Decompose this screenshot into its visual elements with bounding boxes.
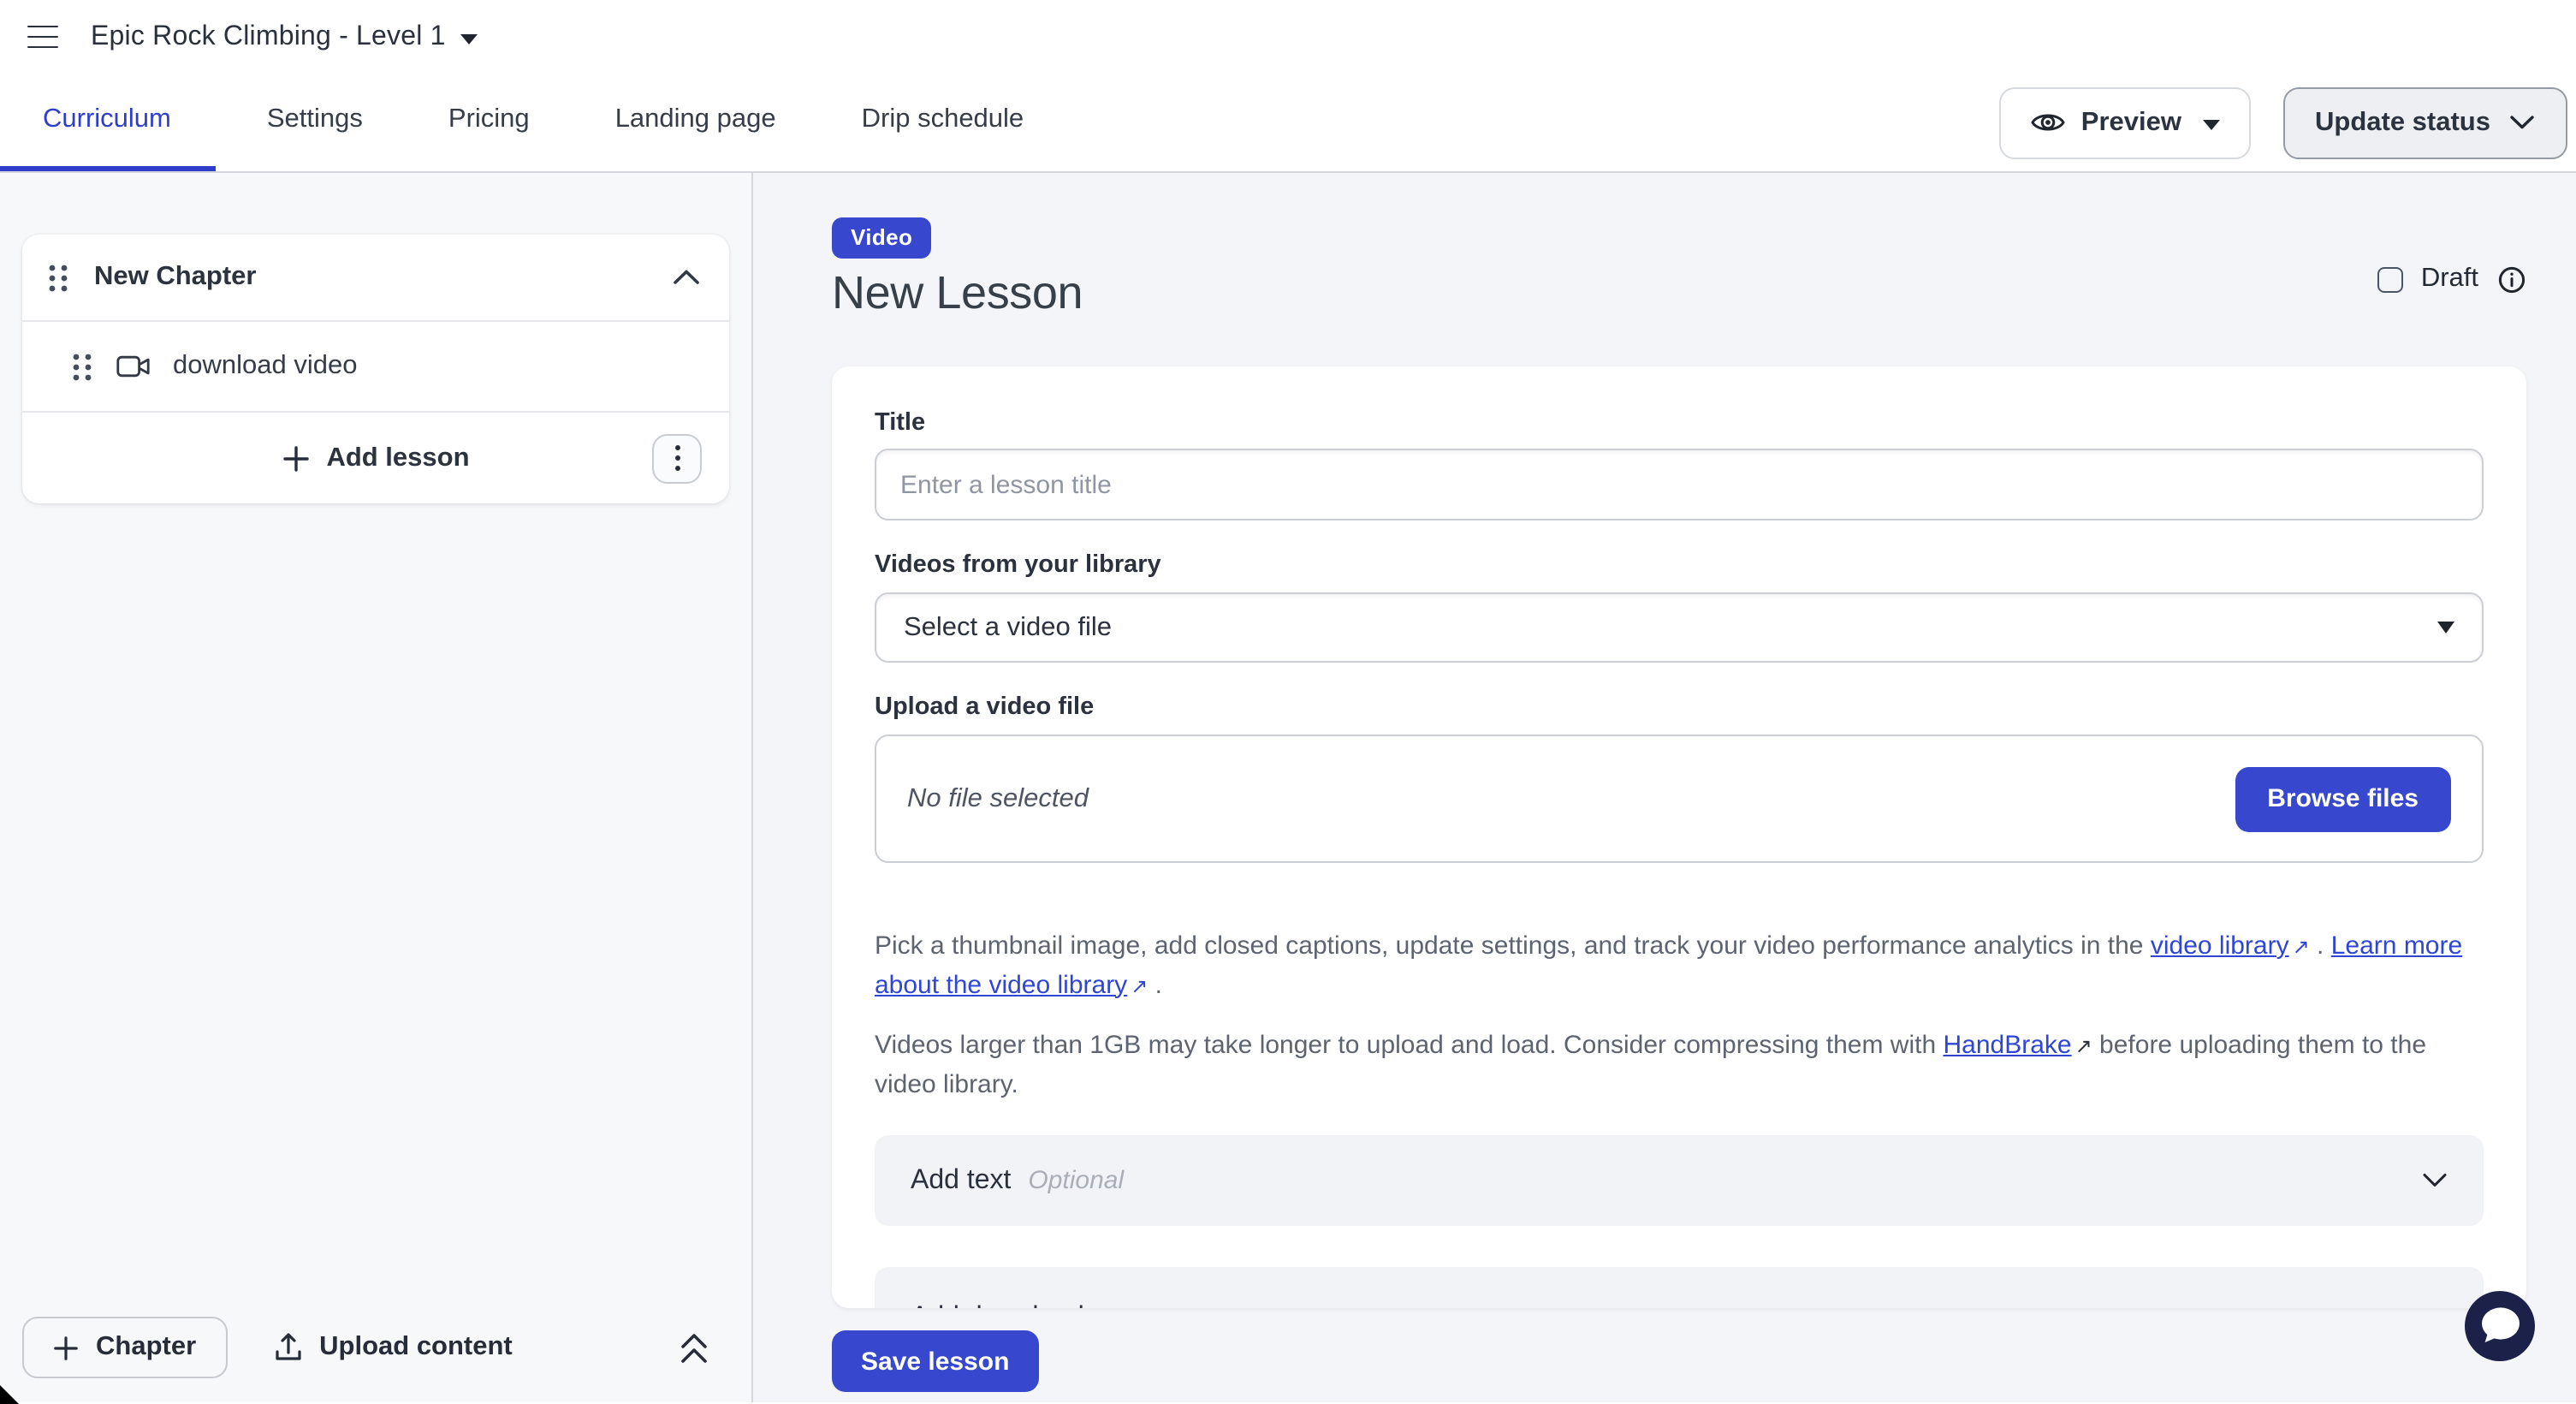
collapse-all-icon[interactable] [680, 1331, 709, 1364]
add-chapter-button[interactable]: Chapter [22, 1317, 227, 1378]
app-window: Epic Rock Climbing - Level 1 Curriculum … [0, 0, 2576, 1404]
draft-label: Draft [2421, 264, 2478, 294]
compression-help-text: Videos larger than 1GB may take longer t… [875, 1027, 2484, 1104]
eye-icon [2030, 110, 2066, 135]
caret-down-icon [461, 33, 478, 44]
video-select[interactable]: Select a video file [875, 592, 2484, 663]
chevron-down-icon [2422, 1173, 2448, 1188]
tab-pricing[interactable]: Pricing [448, 74, 530, 171]
mouse-cursor [0, 1385, 19, 1404]
lesson-title-input[interactable] [875, 449, 2484, 521]
external-link-icon: ↗ [2075, 1027, 2092, 1066]
plus-icon [282, 444, 309, 472]
lesson-type-badge: Video [832, 217, 931, 259]
no-file-text: No file selected [907, 783, 1089, 814]
chapter-menu-button[interactable] [652, 433, 702, 483]
course-title-dropdown[interactable]: Epic Rock Climbing - Level 1 [91, 21, 478, 52]
external-link-icon: ↗ [1131, 967, 1148, 1005]
drag-handle-icon[interactable] [72, 352, 92, 381]
header-actions: Preview Update status [1999, 74, 2567, 171]
topbar: Epic Rock Climbing - Level 1 [0, 0, 2576, 74]
chapter-title: New Chapter [94, 262, 257, 293]
tabbar: Curriculum Settings Pricing Landing page… [0, 74, 2576, 173]
draft-toggle-group: Draft [2378, 264, 2526, 294]
update-status-button[interactable]: Update status [2282, 86, 2567, 158]
handbrake-link[interactable]: HandBrake [1944, 1031, 2072, 1060]
drag-handle-icon[interactable] [48, 263, 68, 292]
chevron-down-icon [2509, 115, 2535, 130]
chapter-header[interactable]: New Chapter [22, 235, 729, 320]
chat-bubble-icon [2465, 1291, 2535, 1361]
lesson-title: download video [173, 351, 357, 382]
chevron-up-icon[interactable] [673, 269, 700, 286]
video-help-text: Pick a thumbnail image, add closed capti… [875, 928, 2484, 1005]
video-library-link[interactable]: video library↗ [2151, 931, 2310, 961]
tab-settings[interactable]: Settings [267, 74, 363, 171]
upload-icon [273, 1332, 302, 1363]
lesson-header: Video New Lesson Draft [832, 217, 2526, 320]
preview-button[interactable]: Preview [1999, 86, 2250, 158]
video-library-label: Videos from your library [875, 551, 2484, 579]
external-link-icon: ↗ [2293, 928, 2310, 967]
draft-checkbox[interactable] [2378, 266, 2404, 292]
chapter-card: New Chapter download video [22, 235, 729, 503]
add-lesson-button[interactable]: Add lesson [282, 443, 469, 473]
lesson-form-card: Title Videos from your library Select a … [832, 366, 2526, 1308]
course-title: Epic Rock Climbing - Level 1 [91, 21, 446, 52]
chat-widget-button[interactable] [2465, 1291, 2535, 1361]
add-downloads-section[interactable]: Add downloads Optional [875, 1267, 2484, 1308]
caret-down-icon [2437, 622, 2454, 634]
page-title: New Lesson [832, 267, 2526, 320]
save-lesson-button[interactable]: Save lesson [832, 1330, 1038, 1392]
browse-files-button[interactable]: Browse files [2235, 766, 2451, 831]
tab-drip-schedule[interactable]: Drip schedule [862, 74, 1024, 171]
chapter-footer: Add lesson [22, 411, 729, 503]
tab-landing-page[interactable]: Landing page [615, 74, 776, 171]
kebab-icon [674, 444, 680, 472]
lesson-editor: Video New Lesson Draft Title Videos from… [753, 173, 2576, 1402]
upload-content-button[interactable]: Upload content [273, 1332, 513, 1363]
video-camera-icon [116, 354, 151, 378]
caret-down-icon [2202, 119, 2219, 129]
curriculum-sidebar: New Chapter download video [0, 173, 753, 1402]
lesson-item[interactable]: download video [22, 320, 729, 411]
file-upload-field: No file selected Browse files [875, 735, 2484, 863]
title-label: Title [875, 409, 2484, 437]
upload-video-label: Upload a video file [875, 693, 2484, 721]
sidebar-footer: Chapter Upload content [22, 1317, 729, 1378]
info-icon[interactable] [2497, 265, 2526, 294]
plus-icon [53, 1335, 79, 1360]
hamburger-menu-icon[interactable] [27, 25, 58, 49]
add-text-section[interactable]: Add text Optional [875, 1135, 2484, 1226]
tab-curriculum[interactable]: Curriculum [0, 74, 216, 171]
